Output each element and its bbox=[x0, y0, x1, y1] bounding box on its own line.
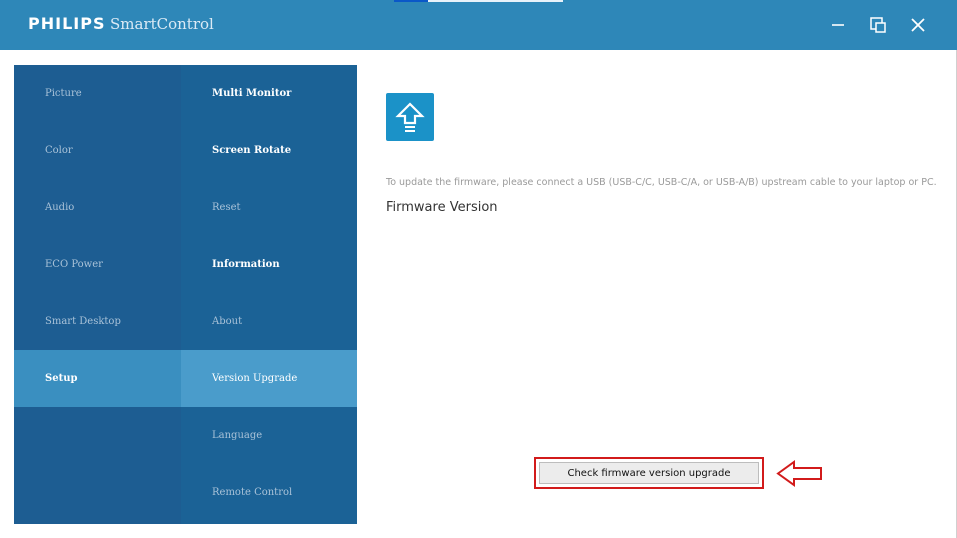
menu-item-label: Color bbox=[45, 145, 73, 156]
menu-item-audio[interactable]: Audio bbox=[14, 179, 181, 236]
menu-item-label: Audio bbox=[45, 202, 75, 213]
submenu-item-label: Multi Monitor bbox=[212, 88, 292, 99]
menu-item-eco-power[interactable]: ECO Power bbox=[14, 236, 181, 293]
submenu-item-screen-rotate[interactable]: Screen Rotate bbox=[181, 122, 357, 179]
submenu-item-label: Version Upgrade bbox=[212, 373, 298, 384]
menu-item-label: Smart Desktop bbox=[45, 316, 121, 327]
check-firmware-highlight: Check firmware version upgrade bbox=[534, 457, 764, 489]
firmware-info-text: To update the firmware, please connect a… bbox=[386, 177, 937, 188]
pointer-arrow-icon bbox=[776, 460, 822, 487]
minimize-icon bbox=[832, 24, 844, 26]
submenu-item-version-upgrade[interactable]: Version Upgrade bbox=[181, 350, 357, 407]
title-accent bbox=[394, 0, 428, 2]
submenu-item-information[interactable]: Information bbox=[181, 236, 357, 293]
title-bar: PHILIPS SmartControl bbox=[0, 0, 957, 50]
close-icon bbox=[911, 18, 925, 32]
submenu-item-about[interactable]: About bbox=[181, 293, 357, 350]
menu-item-color[interactable]: Color bbox=[14, 122, 181, 179]
menu-item-smart-desktop[interactable]: Smart Desktop bbox=[14, 293, 181, 350]
minimize-button[interactable] bbox=[825, 12, 851, 38]
menu-item-label: Picture bbox=[45, 88, 82, 99]
brand-logo: PHILIPS bbox=[28, 14, 106, 33]
firmware-version-title: Firmware Version bbox=[386, 200, 498, 215]
restore-icon bbox=[870, 17, 886, 33]
secondary-menu: Multi Monitor Screen Rotate Reset Inform… bbox=[181, 65, 357, 524]
submenu-item-label: Language bbox=[212, 430, 263, 441]
menu-item-setup[interactable]: Setup bbox=[14, 350, 181, 407]
submenu-item-remote-control[interactable]: Remote Control bbox=[181, 464, 357, 521]
submenu-item-label: Reset bbox=[212, 202, 241, 213]
menu-item-label: ECO Power bbox=[45, 259, 103, 270]
check-firmware-button[interactable]: Check firmware version upgrade bbox=[539, 462, 759, 484]
submenu-item-multi-monitor[interactable]: Multi Monitor bbox=[181, 65, 357, 122]
menu-item-picture[interactable]: Picture bbox=[14, 65, 181, 122]
restore-button[interactable] bbox=[865, 12, 891, 38]
submenu-item-label: Remote Control bbox=[212, 487, 293, 498]
submenu-item-label: Information bbox=[212, 259, 280, 270]
submenu-item-label: About bbox=[212, 316, 243, 327]
upload-arrow-icon bbox=[386, 93, 434, 141]
app-title: SmartControl bbox=[110, 15, 214, 33]
close-button[interactable] bbox=[905, 12, 931, 38]
navigation-panel: Picture Color Audio ECO Power Smart Desk… bbox=[14, 65, 357, 524]
title-accent-light bbox=[428, 0, 563, 2]
submenu-item-language[interactable]: Language bbox=[181, 407, 357, 464]
submenu-item-label: Screen Rotate bbox=[212, 145, 292, 156]
primary-menu: Picture Color Audio ECO Power Smart Desk… bbox=[14, 65, 181, 524]
submenu-item-reset[interactable]: Reset bbox=[181, 179, 357, 236]
menu-item-label: Setup bbox=[45, 373, 78, 384]
